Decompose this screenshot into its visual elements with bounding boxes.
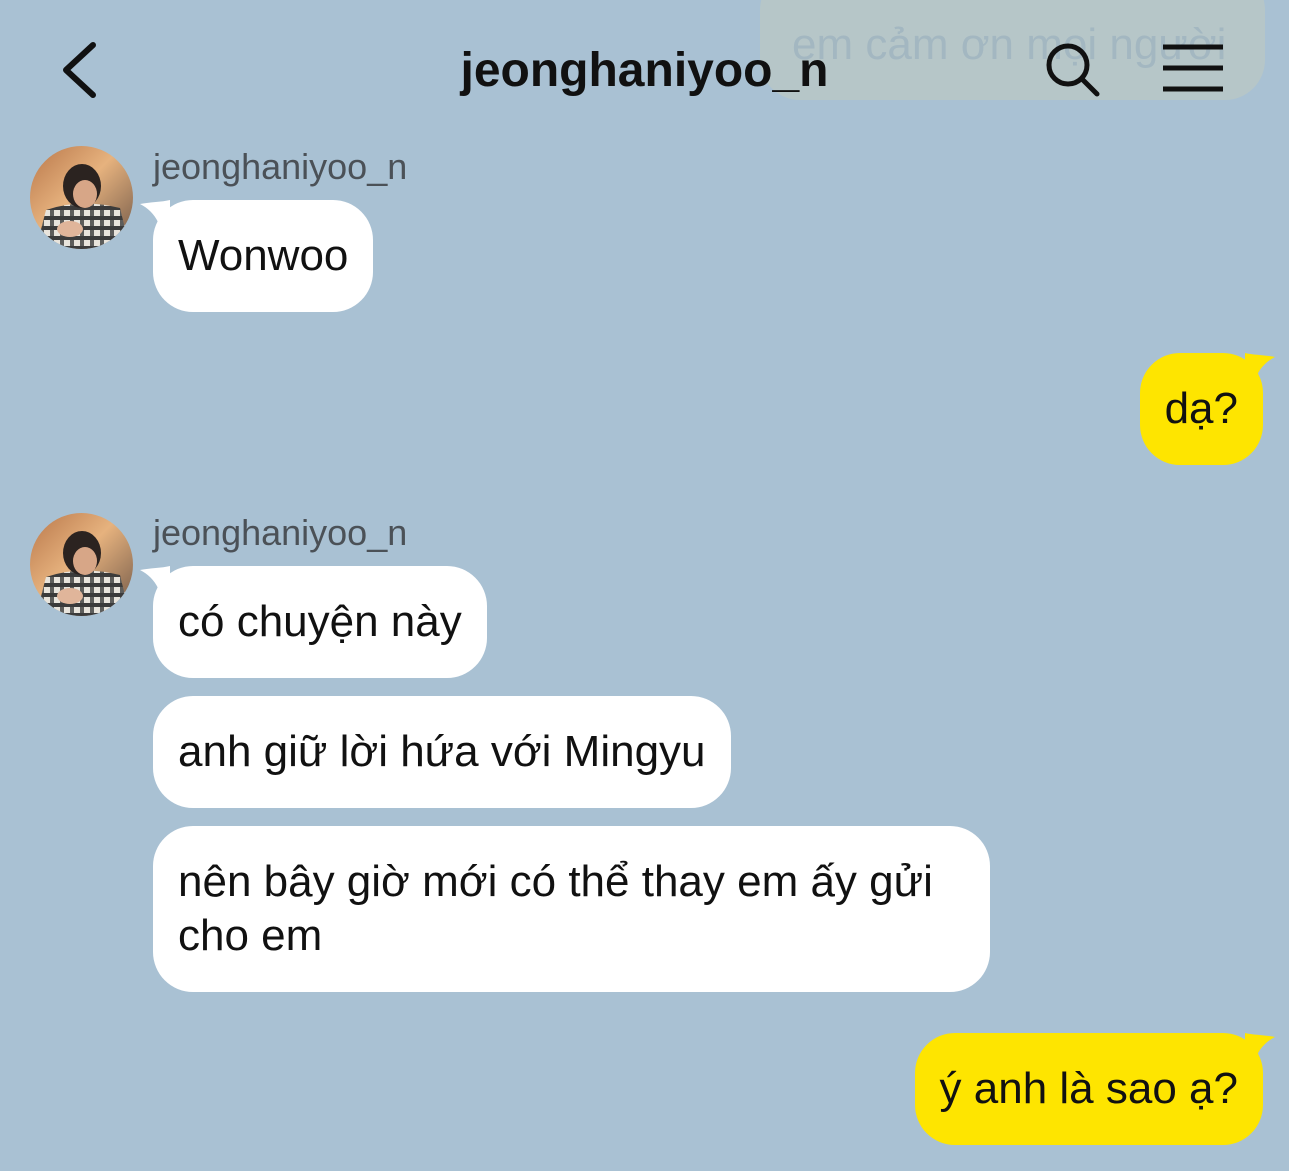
sender-name: jeonghaniyoo_n xyxy=(153,512,408,553)
avatar[interactable] xyxy=(30,513,133,616)
search-icon[interactable] xyxy=(1040,38,1104,102)
message-text: Wonwoo xyxy=(178,231,349,280)
sent-message-bubble[interactable]: dạ? xyxy=(1139,353,1275,465)
message-text: nên bây giờ mới có thể thay em ấy gửi ch… xyxy=(178,857,933,960)
bubble-tail xyxy=(140,200,170,222)
hamburger-menu-icon[interactable] xyxy=(1160,40,1226,96)
message-text: có chuyện này xyxy=(178,597,462,646)
received-message-bubble[interactable]: anh giữ lời hứa với Mingyu xyxy=(153,696,731,808)
message-text: dạ? xyxy=(1164,384,1238,433)
received-message-bubble[interactable]: nên bây giờ mới có thể thay em ấy gửi ch… xyxy=(153,826,990,992)
received-message-bubble[interactable]: có chuyện này xyxy=(140,566,487,678)
bubble-tail xyxy=(140,566,170,588)
message-text: ý anh là sao ạ? xyxy=(939,1064,1238,1113)
avatar[interactable] xyxy=(30,146,133,249)
sent-message-bubble[interactable]: ý anh là sao ạ? xyxy=(914,1033,1275,1145)
received-message-bubble[interactable]: Wonwoo xyxy=(140,200,374,312)
sender-name: jeonghaniyoo_n xyxy=(153,146,408,187)
bubble-tail xyxy=(1245,1033,1275,1055)
message-text: anh giữ lời hứa với Mingyu xyxy=(178,727,706,776)
chat-header: jeonghaniyoo_n xyxy=(0,0,1289,135)
bubble-tail xyxy=(1245,353,1275,375)
